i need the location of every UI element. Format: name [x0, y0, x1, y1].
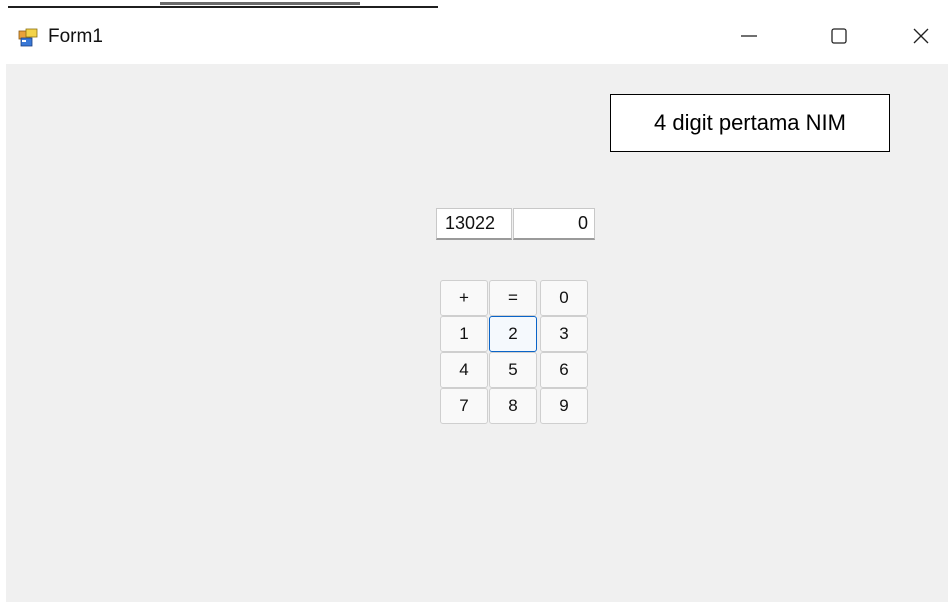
maximize-icon [829, 26, 849, 50]
close-icon [911, 26, 931, 50]
equals-button[interactable]: = [489, 280, 537, 316]
digit-2-button[interactable]: 2 [489, 316, 537, 352]
form-client-area: 4 digit pertama NIM 13022 0 + = 0 1 2 3 … [6, 64, 948, 602]
close-button[interactable] [898, 18, 944, 58]
digit-4-button[interactable]: 4 [440, 352, 488, 388]
form-window: Form1 4 digit pertama NIM 13022 0 + = 0 … [6, 12, 948, 602]
number-input-field[interactable]: 13022 [436, 208, 512, 240]
digit-1-button[interactable]: 1 [440, 316, 488, 352]
minimize-icon [739, 26, 759, 50]
digit-9-button[interactable]: 9 [540, 388, 588, 424]
result-display-field[interactable]: 0 [513, 208, 595, 240]
digit-5-button[interactable]: 5 [489, 352, 537, 388]
app-icon [18, 28, 38, 48]
digit-3-button[interactable]: 3 [540, 316, 588, 352]
maximize-button[interactable] [816, 18, 862, 58]
window-title: Form1 [48, 26, 103, 47]
minimize-button[interactable] [726, 18, 772, 58]
digit-6-button[interactable]: 6 [540, 352, 588, 388]
background-strip [0, 0, 948, 10]
digit-0-button[interactable]: 0 [540, 280, 588, 316]
background-line-blur [160, 2, 360, 5]
annotation-callout: 4 digit pertama NIM [610, 94, 890, 152]
digit-7-button[interactable]: 7 [440, 388, 488, 424]
title-bar[interactable]: Form1 [6, 12, 948, 64]
digit-8-button[interactable]: 8 [489, 388, 537, 424]
plus-button[interactable]: + [440, 280, 488, 316]
background-line [8, 6, 438, 8]
